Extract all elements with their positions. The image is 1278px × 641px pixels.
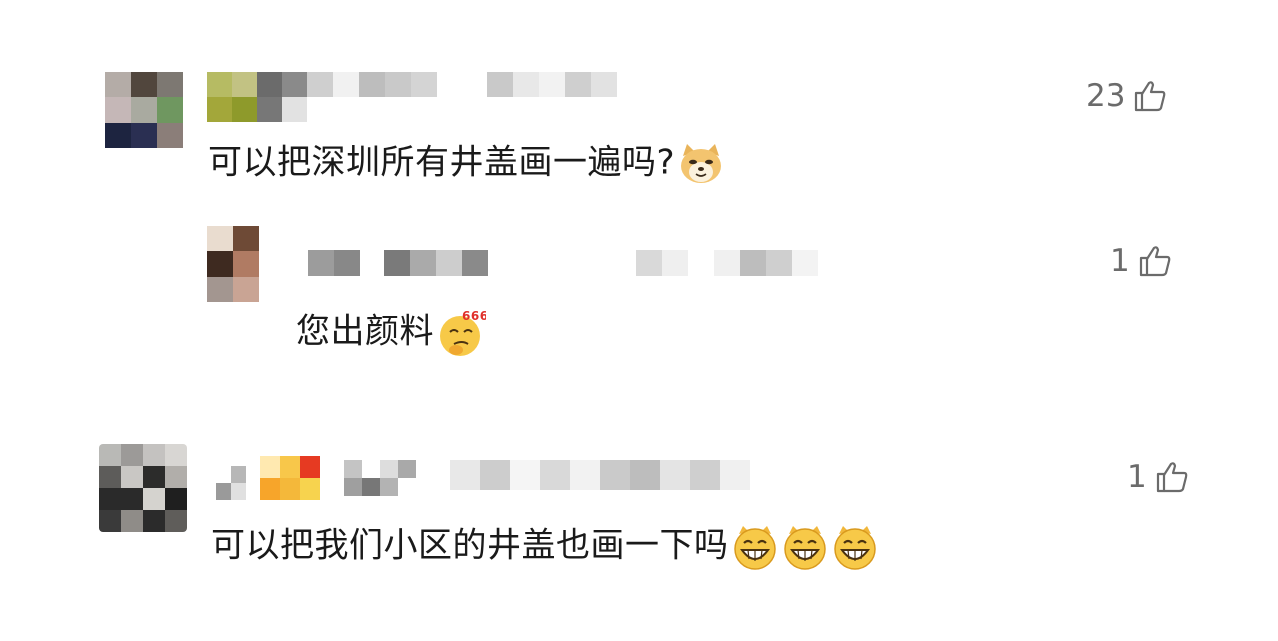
avatar[interactable]: [207, 226, 259, 302]
username-blurred[interactable]: [308, 250, 818, 276]
grin-emoji: [783, 526, 826, 570]
like-count: 23: [1086, 78, 1126, 114]
like-count: 1: [1110, 243, 1130, 279]
grin-emoji: [733, 526, 776, 570]
avatar[interactable]: [99, 444, 187, 532]
grin-emoji: [833, 526, 876, 570]
like-button[interactable]: 1: [1127, 459, 1189, 495]
doge-emoji: [681, 144, 722, 183]
svg-text:666: 666: [462, 309, 486, 323]
username-blurred[interactable]: [216, 456, 756, 500]
like-button[interactable]: 23: [1086, 78, 1167, 114]
thumbs-up-icon: [1139, 246, 1171, 277]
like-button[interactable]: 1: [1110, 243, 1172, 279]
thumbs-up-icon: [1135, 81, 1166, 112]
comment-text: 可以把深圳所有井盖画一遍吗?: [208, 142, 725, 186]
666-emoji: 666: [440, 309, 486, 356]
avatar[interactable]: [105, 72, 183, 148]
thumbs-up-icon: [1156, 462, 1188, 493]
like-count: 1: [1127, 459, 1147, 495]
reply-text: 您出颜料 666: [296, 308, 486, 358]
comment-text: 可以把我们小区的井盖也画一下吗: [211, 524, 879, 570]
grin-emoji-group: [729, 526, 879, 570]
username-blurred[interactable]: [207, 72, 627, 122]
